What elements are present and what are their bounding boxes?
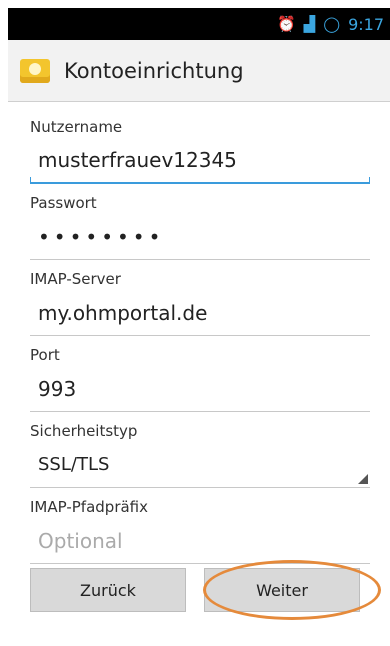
security-label: Sicherheitstyp xyxy=(30,422,138,440)
username-value: musterfrauev12345 xyxy=(38,148,237,172)
password-field[interactable]: •••••••• xyxy=(30,214,370,260)
alarm-icon: ⏰ xyxy=(277,15,296,33)
email-icon xyxy=(20,58,50,83)
prefix-placeholder: Optional xyxy=(38,528,123,553)
password-label: Passwort xyxy=(30,194,97,212)
prefix-field[interactable]: Optional xyxy=(30,518,370,564)
port-field[interactable]: 993 xyxy=(30,366,370,412)
account-setup-form: Nutzername musterfrauev12345 Passwort ••… xyxy=(30,116,370,572)
dropdown-arrow-icon xyxy=(358,474,368,484)
status-time: 9:17 xyxy=(348,14,384,34)
username-field[interactable]: musterfrauev12345 xyxy=(30,138,370,184)
page-title: Kontoeinrichtung xyxy=(64,58,244,83)
server-field[interactable]: my.ohmportal.de xyxy=(30,290,370,336)
username-label: Nutzername xyxy=(30,118,123,136)
port-value: 993 xyxy=(38,376,77,401)
action-bar: Kontoeinrichtung xyxy=(8,40,390,102)
button-row: Zurück Weiter xyxy=(30,568,360,612)
security-type-select[interactable]: SSL/TLS xyxy=(30,442,370,488)
port-label: Port xyxy=(30,346,60,364)
password-value: •••••••• xyxy=(38,224,165,249)
sync-icon: ◯ xyxy=(323,15,341,33)
server-label: IMAP-Server xyxy=(30,270,121,288)
back-button[interactable]: Zurück xyxy=(30,568,186,612)
security-value: SSL/TLS xyxy=(38,454,110,475)
status-bar: ⏰ ▟ ◯ 9:17 xyxy=(8,8,390,40)
server-value: my.ohmportal.de xyxy=(38,300,208,325)
prefix-label: IMAP-Pfadpräfix xyxy=(30,498,149,516)
next-button[interactable]: Weiter xyxy=(204,568,360,612)
signal-icon: ▟ xyxy=(303,15,316,33)
